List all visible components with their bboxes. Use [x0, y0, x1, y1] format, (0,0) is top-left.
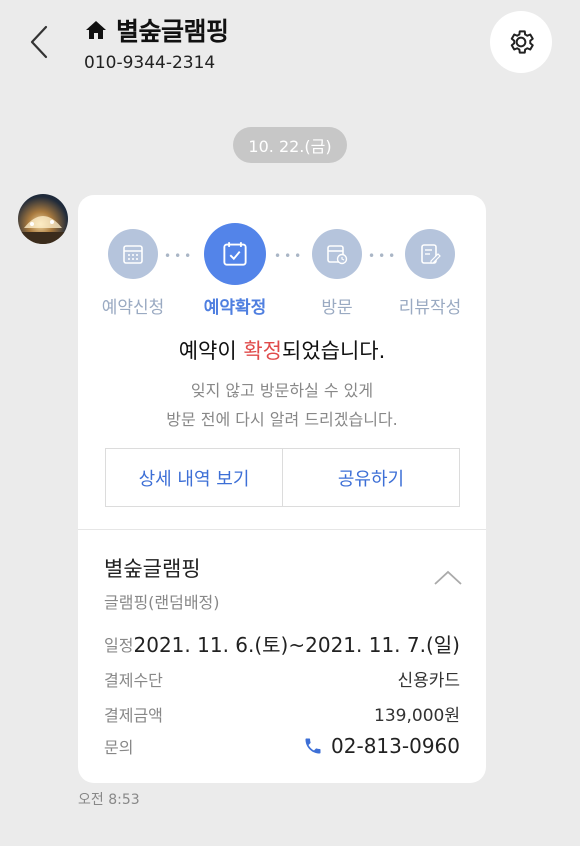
- date-separator: 10. 22.(금): [233, 127, 347, 163]
- title-row: 별숲글램핑: [84, 12, 229, 48]
- reminder-text-line2: 방문 전에 다시 알려 드리겠습니다.: [166, 410, 398, 429]
- chevron-up-icon[interactable]: [432, 567, 464, 587]
- message-time: 오전 8:53: [78, 792, 140, 808]
- step-confirmed-indicator: [204, 223, 266, 285]
- info-row-schedule: 일정 2021. 11. 6.(토)~2021. 11. 7.(일): [104, 629, 460, 658]
- schedule-label: 일정: [104, 635, 134, 655]
- divider: [78, 529, 486, 530]
- action-buttons: 상세 내역 보기 공유하기: [105, 448, 460, 507]
- calendar-icon: [123, 245, 143, 264]
- place-name: 별숲글램핑: [104, 557, 201, 581]
- payment-method-value: 신용카드: [397, 671, 460, 691]
- chevron-left-icon: [30, 25, 48, 59]
- step-label-confirmed: 예약확정: [203, 298, 267, 318]
- calendar-clock-icon: [327, 245, 348, 265]
- view-details-button[interactable]: 상세 내역 보기: [106, 449, 282, 506]
- inquiry-phone-number: 02-813-0960: [331, 734, 460, 758]
- back-button[interactable]: [26, 24, 56, 60]
- headline-accent: 확정: [243, 339, 282, 363]
- reminder-text-line1: 잊지 않고 방문하실 수 있게: [190, 381, 374, 400]
- reservation-steps: ••• ••• ••• 예약신청 예약확정 방문 리뷰작성: [78, 219, 486, 329]
- inquiry-phone-link[interactable]: 02-813-0960: [303, 734, 460, 758]
- phone-icon: [305, 738, 321, 754]
- confirmation-headline: 예약이 확정되었습니다.: [78, 335, 486, 365]
- step-visit-indicator: [312, 229, 362, 279]
- inquiry-label: 문의: [104, 738, 134, 757]
- home-icon: [86, 21, 106, 39]
- gear-icon: [510, 30, 534, 54]
- info-row-payment-amount: 결제금액 139,000원: [104, 701, 460, 727]
- settings-button[interactable]: [490, 11, 552, 73]
- payment-amount-value: 139,000원: [374, 706, 460, 726]
- place-type: 글램핑(랜덤배정): [104, 593, 220, 612]
- step-label-request: 예약신청: [101, 298, 165, 318]
- headline-text: 예약이: [178, 339, 244, 363]
- step-connector: •••: [274, 249, 305, 263]
- reservation-card: ••• ••• ••• 예약신청 예약확정 방문 리뷰작성 예약이 확정되었습니…: [78, 195, 486, 783]
- calendar-check-icon: [223, 242, 247, 266]
- payment-amount-label: 결제금액: [104, 705, 163, 725]
- step-request-indicator: [108, 229, 158, 279]
- step-label-review: 리뷰작성: [398, 298, 462, 318]
- schedule-value: 2021. 11. 6.(토)~2021. 11. 7.(일): [133, 633, 461, 657]
- share-button[interactable]: 공유하기: [282, 449, 459, 506]
- edit-document-icon: [421, 244, 441, 264]
- chat-header: 별숲글램핑 010-9344-2314: [0, 0, 580, 100]
- step-label-visit: 방문: [321, 298, 353, 318]
- profile-image: [18, 194, 68, 244]
- payment-method-label: 결제수단: [104, 670, 163, 690]
- step-connector: •••: [368, 249, 399, 263]
- info-row-payment-method: 결제수단 신용카드: [104, 666, 460, 692]
- header-phone: 010-9344-2314: [84, 53, 216, 73]
- headline-text-end: 되었습니다.: [282, 339, 386, 363]
- avatar[interactable]: [18, 194, 68, 244]
- info-row-inquiry: 문의 02-813-0960: [104, 734, 460, 758]
- page-title: 별숲글램핑: [116, 17, 229, 46]
- step-review-indicator: [405, 229, 455, 279]
- step-connector: •••: [164, 249, 195, 263]
